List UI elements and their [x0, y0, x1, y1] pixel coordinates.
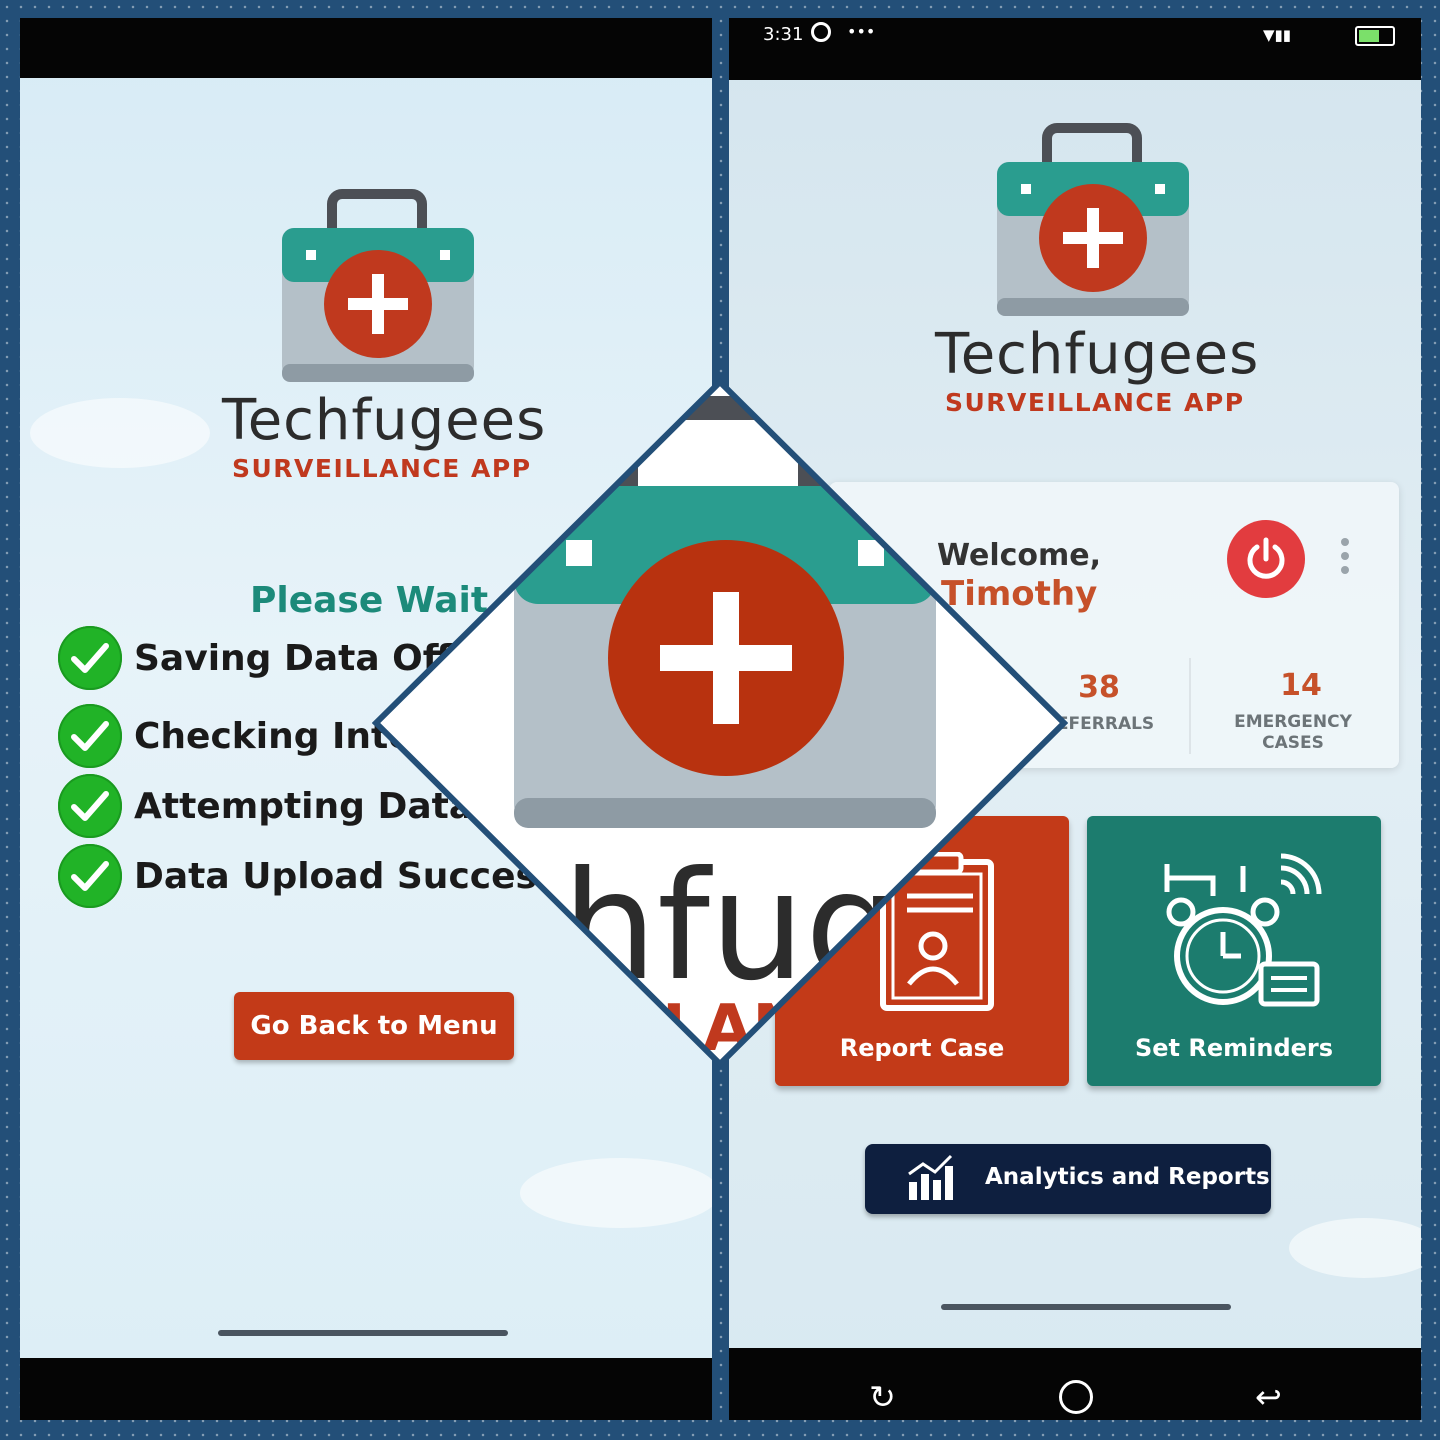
- wifi-signal-icon: ▼▮▮: [1263, 26, 1292, 44]
- top-black-bar: [20, 18, 712, 78]
- diamond-logo-zoom: hfugees LAN: [371, 377, 1069, 1069]
- battery-icon: [1355, 26, 1395, 46]
- more-notifications-icon: •••: [847, 22, 876, 41]
- overlay-title-fragment: hfugees: [562, 840, 1068, 1014]
- home-button-icon[interactable]: [1059, 1380, 1093, 1414]
- analytics-label: Analytics and Reports: [985, 1164, 1270, 1190]
- check-circle-icon: [58, 774, 122, 838]
- home-indicator[interactable]: [218, 1330, 508, 1336]
- kebab-menu-icon[interactable]: [1341, 538, 1349, 580]
- analytics-and-reports-button[interactable]: Analytics and Reports: [865, 1144, 1271, 1214]
- bar-chart-icon: [908, 1154, 953, 1200]
- set-reminders-tile[interactable]: Set Reminders: [1087, 816, 1381, 1086]
- chat-bubble-icon: [811, 22, 831, 42]
- check-circle-icon: [58, 626, 122, 690]
- medical-kit-logo-icon: [282, 189, 474, 382]
- emergency-label-line1: EMERGENCY: [1234, 712, 1352, 732]
- bottom-black-bar: [20, 1358, 712, 1420]
- status-bar: 3:31 ••• ▼▮▮: [729, 18, 1421, 80]
- check-circle-icon: [58, 704, 122, 768]
- check-circle-icon: [58, 844, 122, 908]
- power-icon: [1247, 537, 1285, 579]
- center-logo-overlay: hfugees LAN: [371, 377, 1069, 1069]
- referrals-count: 38: [1078, 670, 1120, 705]
- power-logout-button[interactable]: [1227, 520, 1305, 598]
- cloud: [520, 1158, 712, 1228]
- cloud: [30, 398, 210, 468]
- medical-kit-logo-icon: [997, 123, 1189, 316]
- emergency-count: 14: [1280, 668, 1322, 703]
- home-indicator[interactable]: [941, 1304, 1231, 1310]
- alarm-clock-reminder-icon: [1164, 853, 1322, 1007]
- back-icon[interactable]: ↩: [1255, 1378, 1282, 1416]
- status-time: 3:31: [763, 24, 804, 45]
- emergency-label-line2: CASES: [1262, 733, 1324, 753]
- recent-apps-icon[interactable]: ↻: [869, 1378, 896, 1416]
- stat-divider: [1189, 658, 1191, 754]
- set-reminders-label: Set Reminders: [1134, 1034, 1334, 1062]
